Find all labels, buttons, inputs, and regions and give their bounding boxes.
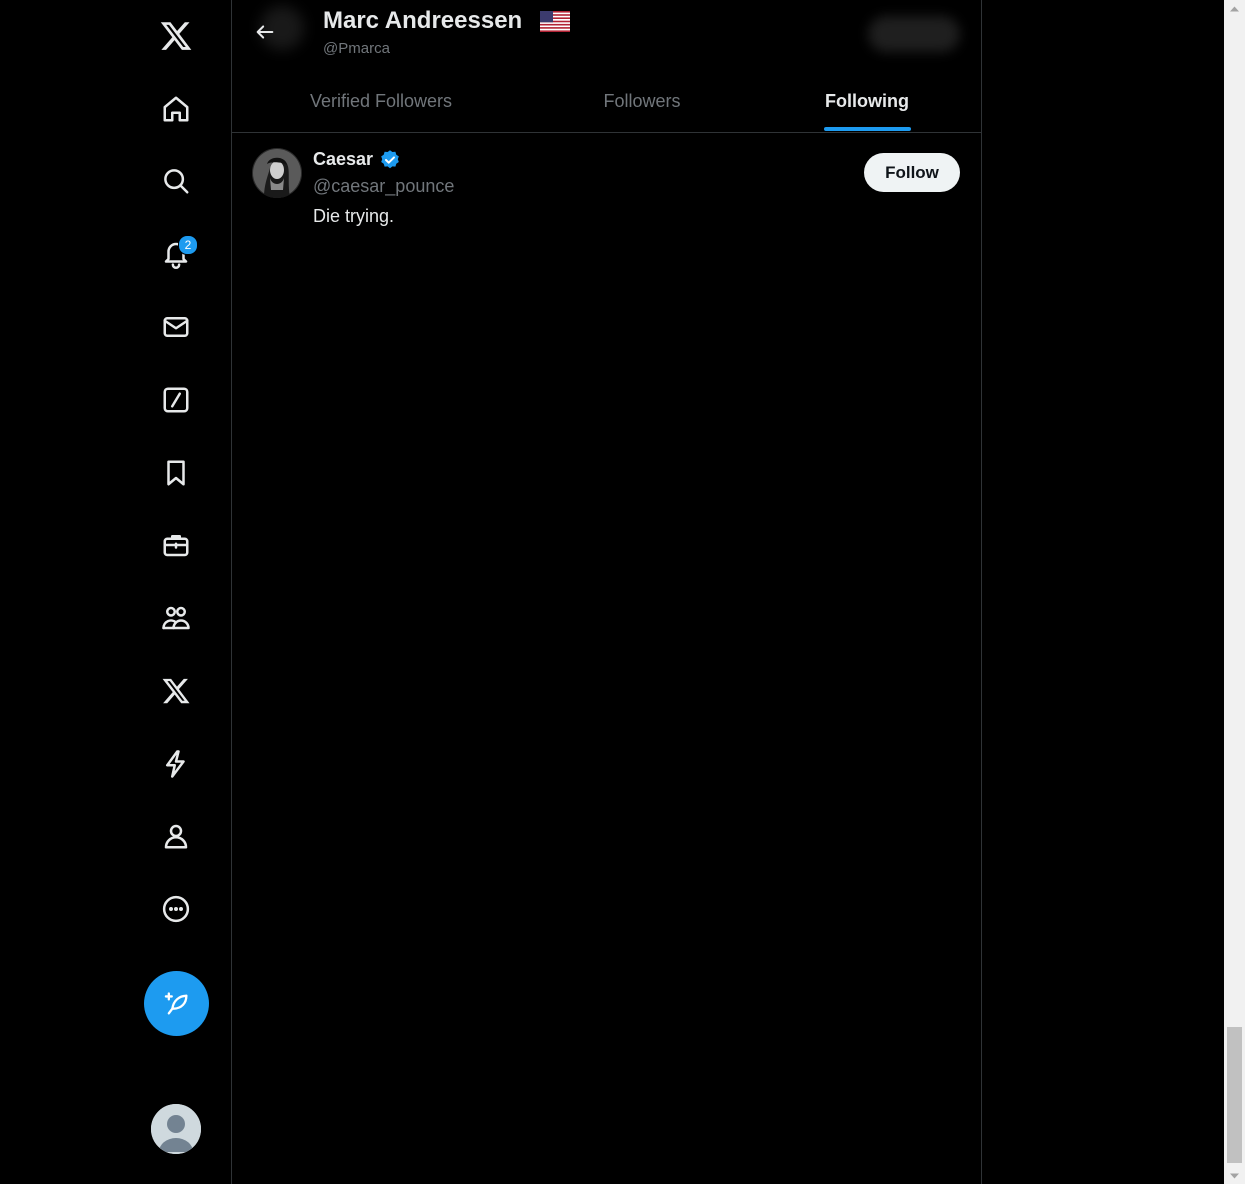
x-logo-icon[interactable] bbox=[151, 11, 201, 61]
communities-icon bbox=[162, 606, 190, 630]
lightning-icon bbox=[166, 750, 185, 778]
bookmark-icon bbox=[167, 460, 185, 486]
feather-plus-icon bbox=[164, 991, 187, 1014]
home-icon bbox=[163, 96, 189, 122]
arrow-left-icon bbox=[256, 25, 274, 39]
sidebar-item-bookmarks[interactable] bbox=[151, 448, 201, 498]
window-scrollbar[interactable] bbox=[1224, 0, 1245, 1184]
envelope-icon bbox=[163, 317, 189, 337]
verified-badge-icon bbox=[381, 150, 399, 169]
sidebar-item-messages[interactable] bbox=[151, 302, 201, 352]
profile-header: Marc Andreessen @Pmarca Verified Followe… bbox=[232, 0, 981, 133]
triangle-up-icon bbox=[1230, 6, 1239, 11]
tab-verified-followers[interactable]: Verified Followers bbox=[252, 71, 510, 132]
scroll-thumb[interactable] bbox=[1227, 1027, 1242, 1163]
sidebar-item-communities[interactable] bbox=[151, 593, 201, 643]
us-flag-icon bbox=[540, 11, 570, 32]
follow-button[interactable]: Follow bbox=[864, 153, 960, 192]
user-bio: Die trying. bbox=[313, 206, 395, 226]
user-cell[interactable]: Caesar @caesar_pounce Die trying. Follow bbox=[232, 133, 981, 238]
more-circle-icon bbox=[162, 895, 190, 923]
sidebar-item-grok[interactable] bbox=[151, 375, 201, 425]
scroll-down-arrow[interactable] bbox=[1224, 1167, 1245, 1184]
sidebar-item-jobs[interactable] bbox=[151, 520, 201, 570]
triangle-down-icon bbox=[1230, 1173, 1239, 1178]
blurred-header-button bbox=[868, 16, 960, 52]
sidebar-item-explore[interactable] bbox=[151, 156, 201, 206]
user-handle[interactable]: @caesar_pounce bbox=[313, 176, 454, 197]
notification-badge: 2 bbox=[178, 235, 198, 255]
search-icon bbox=[164, 169, 189, 194]
main-column: Marc Andreessen @Pmarca Verified Followe… bbox=[231, 0, 982, 1184]
sidebar-item-verified-orgs[interactable] bbox=[151, 739, 201, 789]
post-button[interactable] bbox=[144, 971, 209, 1036]
briefcase-icon bbox=[163, 535, 189, 557]
person-icon bbox=[164, 824, 188, 849]
portrait-avatar-image bbox=[252, 148, 302, 198]
tab-followers[interactable]: Followers bbox=[510, 71, 774, 132]
user-name[interactable]: Caesar bbox=[313, 149, 373, 170]
sidebar-item-notifications[interactable]: 2 bbox=[151, 229, 201, 279]
back-button[interactable] bbox=[246, 13, 284, 51]
scroll-up-arrow[interactable] bbox=[1224, 0, 1245, 17]
profile-handle: @Pmarca bbox=[323, 40, 390, 57]
x-premium-icon bbox=[162, 678, 190, 704]
sidebar-nav: 2 bbox=[0, 0, 231, 1184]
app-window: 2 Marc Andreessen @Pmarca Verified Follo… bbox=[0, 0, 1245, 1184]
tab-label: Following bbox=[825, 91, 909, 111]
sidebar-item-premium[interactable] bbox=[151, 666, 201, 716]
tab-label: Verified Followers bbox=[309, 91, 453, 111]
sidebar-item-home[interactable] bbox=[151, 84, 201, 134]
tab-following[interactable]: Following bbox=[774, 71, 960, 132]
tab-label: Followers bbox=[603, 91, 681, 111]
active-tab-indicator bbox=[824, 127, 911, 131]
account-avatar[interactable] bbox=[151, 1104, 201, 1154]
default-avatar-icon bbox=[151, 1104, 201, 1154]
sidebar-item-profile[interactable] bbox=[151, 811, 201, 861]
sidebar-item-more[interactable] bbox=[151, 884, 201, 934]
profile-name: Marc Andreessen bbox=[323, 7, 523, 34]
user-avatar[interactable] bbox=[252, 148, 302, 198]
grok-icon bbox=[163, 387, 189, 413]
